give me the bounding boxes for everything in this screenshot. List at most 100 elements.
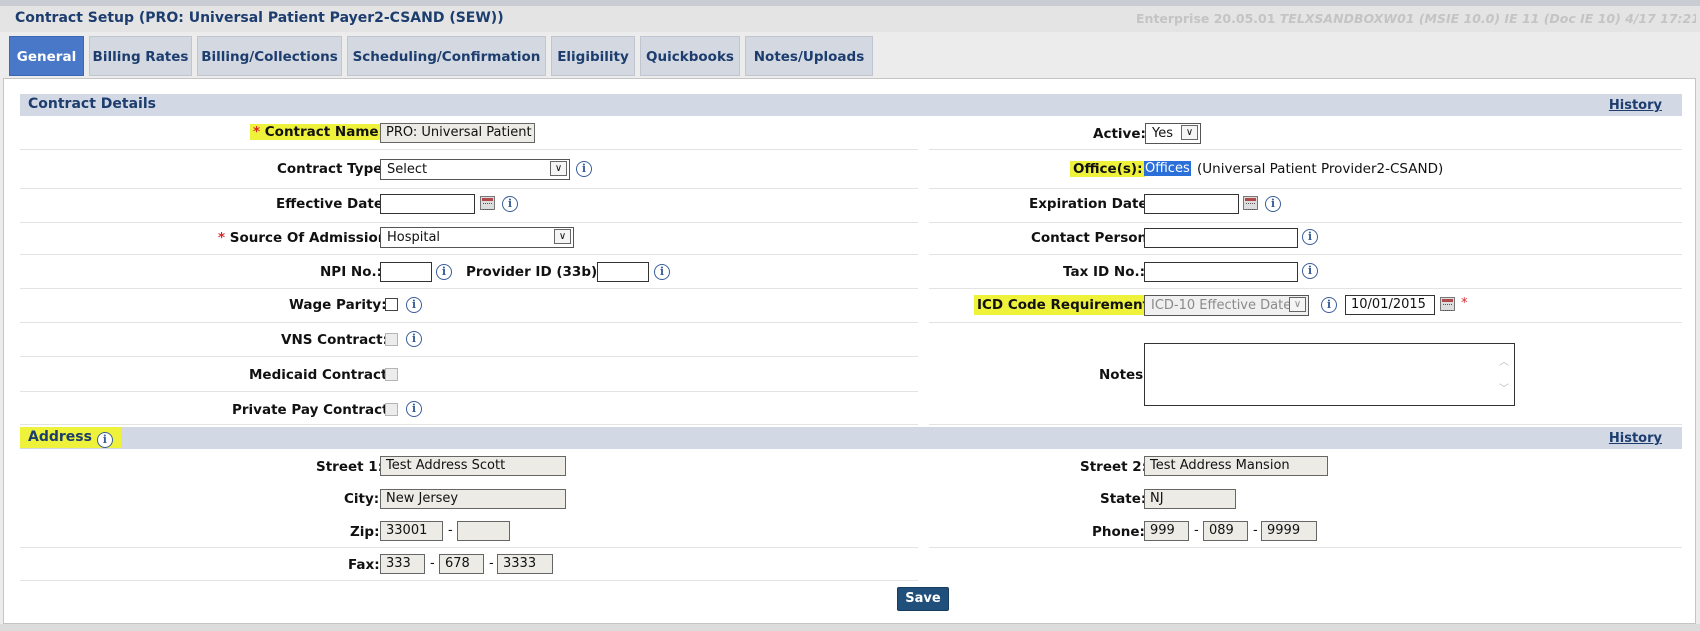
- expiration-date-input[interactable]: [1144, 194, 1239, 214]
- effective-date-input[interactable]: [380, 194, 475, 214]
- info-icon[interactable]: i: [406, 331, 422, 347]
- phone-line-input[interactable]: 9999: [1261, 521, 1317, 541]
- required-star: *: [218, 230, 226, 246]
- active-select[interactable]: Yes ∨: [1145, 123, 1201, 144]
- address-title: Address: [28, 429, 92, 445]
- medicaid-contract-checkbox[interactable]: [385, 368, 398, 381]
- info-icon[interactable]: i: [406, 297, 422, 313]
- tab-billing-collections[interactable]: Billing/Collections: [197, 36, 342, 76]
- info-icon[interactable]: i: [1302, 229, 1318, 245]
- state-input[interactable]: NJ: [1144, 489, 1236, 509]
- city-label: City:: [344, 491, 380, 507]
- active-value: Yes: [1152, 126, 1173, 141]
- dash-separator: -: [1253, 523, 1258, 538]
- street2-input[interactable]: Test Address Mansion: [1144, 456, 1328, 476]
- scroll-up-icon[interactable]: ︿: [1498, 353, 1510, 368]
- icd-code-value: ICD-10 Effective Date: [1151, 298, 1292, 313]
- divider: [929, 288, 1682, 289]
- info-icon[interactable]: i: [576, 161, 592, 177]
- scroll-down-icon[interactable]: ﹀: [1498, 380, 1510, 395]
- zip-label: Zip:: [350, 524, 380, 540]
- bottom-strip: [0, 624, 1700, 631]
- source-of-admission-label: * Source Of Admission:: [218, 230, 393, 246]
- contract-type-label: Contract Type:: [277, 161, 388, 177]
- phone-area-input[interactable]: 999: [1144, 521, 1189, 541]
- vns-contract-checkbox[interactable]: [385, 333, 398, 346]
- private-pay-contract-label: Private Pay Contract:: [232, 402, 394, 418]
- contract-type-select[interactable]: Select ∨: [380, 159, 570, 180]
- npi-input[interactable]: [380, 262, 432, 282]
- tab-quickbooks[interactable]: Quickbooks: [640, 36, 740, 76]
- divider: [20, 149, 918, 150]
- icd-effective-date-input[interactable]: 10/01/2015: [1345, 295, 1435, 315]
- dash-separator: -: [430, 556, 435, 571]
- contract-details-history-link[interactable]: History: [1609, 98, 1662, 113]
- city-input[interactable]: New Jersey: [380, 489, 566, 509]
- info-icon[interactable]: i: [502, 196, 518, 212]
- divider: [929, 149, 1682, 150]
- fax-prefix-input[interactable]: 678: [439, 554, 484, 574]
- chevron-down-icon: ∨: [550, 161, 567, 176]
- divider: [929, 254, 1682, 255]
- address-history-link[interactable]: History: [1609, 431, 1662, 446]
- tab-billing-rates[interactable]: Billing Rates: [89, 36, 192, 76]
- divider: [929, 222, 1682, 223]
- provider-id-label: Provider ID (33b):: [466, 264, 603, 280]
- environment-info: Enterprise 20.05.01 TELXSANDBOXW01 (MSIE…: [1136, 11, 1696, 26]
- divider: [20, 424, 918, 425]
- contract-details-header: Contract Details History: [20, 94, 1682, 116]
- street1-label: Street 1:: [316, 459, 384, 475]
- calendar-icon[interactable]: [480, 196, 495, 210]
- notes-label: Notes:: [1099, 367, 1149, 383]
- fax-area-input[interactable]: 333: [380, 554, 425, 574]
- save-button[interactable]: Save: [897, 587, 949, 611]
- phone-prefix-input[interactable]: 089: [1203, 521, 1248, 541]
- calendar-icon[interactable]: [1440, 297, 1455, 311]
- info-icon[interactable]: i: [1321, 297, 1337, 313]
- offices-selected[interactable]: Offices: [1144, 161, 1191, 176]
- divider: [20, 188, 918, 189]
- dash-separator: -: [489, 556, 494, 571]
- env-version: Enterprise 20.05.01: [1136, 11, 1276, 26]
- source-of-admission-label-text: Source Of Admission:: [229, 230, 393, 246]
- info-icon[interactable]: i: [96, 432, 113, 448]
- provider-id-input[interactable]: [597, 262, 649, 282]
- state-label: State:: [1100, 491, 1147, 507]
- address-header: Address i History: [20, 427, 1682, 449]
- info-icon[interactable]: i: [436, 264, 452, 280]
- street1-input[interactable]: Test Address Scott: [380, 456, 566, 476]
- zip-ext-input[interactable]: [457, 521, 510, 541]
- contact-person-input[interactable]: [1144, 228, 1298, 248]
- offices-detail: (Universal Patient Provider2-CSAND): [1197, 161, 1444, 177]
- tab-general[interactable]: General: [9, 36, 84, 76]
- effective-date-label: Effective Date:: [276, 196, 389, 212]
- contract-name-input[interactable]: PRO: Universal Patient: [380, 123, 535, 143]
- fax-line-input[interactable]: 3333: [497, 554, 553, 574]
- info-icon[interactable]: i: [406, 401, 422, 417]
- source-of-admission-select[interactable]: Hospital ∨: [380, 227, 574, 248]
- tab-scheduling-confirmation[interactable]: Scheduling/Confirmation: [347, 36, 546, 76]
- expiration-date-label: Expiration Date:: [1029, 196, 1153, 212]
- info-icon[interactable]: i: [654, 264, 670, 280]
- zip-input[interactable]: 33001: [380, 521, 443, 541]
- tab-notes-uploads[interactable]: Notes/Uploads: [745, 36, 873, 76]
- dash-separator: -: [1194, 523, 1199, 538]
- info-icon[interactable]: i: [1302, 263, 1318, 279]
- divider: [20, 222, 918, 223]
- tax-id-input[interactable]: [1144, 262, 1298, 282]
- chevron-down-icon: ∨: [1181, 125, 1198, 140]
- private-pay-contract-checkbox[interactable]: [385, 403, 398, 416]
- calendar-icon[interactable]: [1243, 196, 1258, 210]
- wage-parity-checkbox[interactable]: [385, 298, 398, 311]
- divider: [929, 424, 1682, 425]
- icd-code-select[interactable]: ICD-10 Effective Date ∨: [1144, 295, 1309, 316]
- notes-textarea[interactable]: ︿ ﹀: [1144, 343, 1515, 406]
- contract-type-value: Select: [387, 162, 428, 177]
- contract-name-label: * Contract Name:: [250, 124, 387, 140]
- tab-eligibility[interactable]: Eligibility: [551, 36, 635, 76]
- offices-label: Office(s):: [1070, 161, 1146, 177]
- address-title-wrap: Address i: [20, 427, 121, 448]
- divider: [929, 188, 1682, 189]
- info-icon[interactable]: i: [1265, 196, 1281, 212]
- active-label: Active:: [1093, 126, 1146, 142]
